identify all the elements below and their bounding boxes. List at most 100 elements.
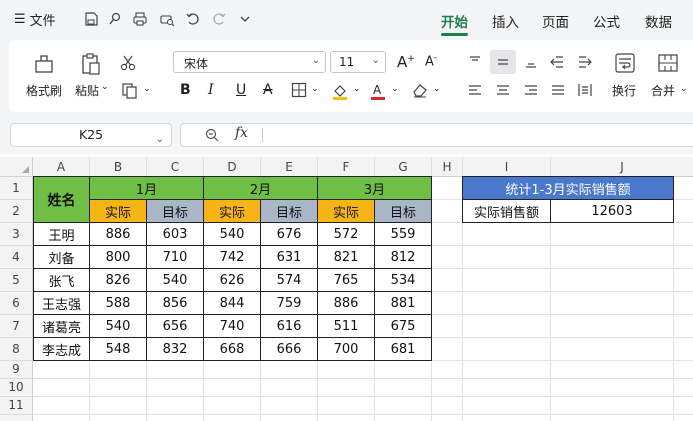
cell-sub-actual[interactable]: 实际 [90, 200, 147, 223]
save-icon[interactable] [82, 10, 100, 28]
align-top-icon[interactable] [466, 53, 484, 71]
column-header-b[interactable]: B [90, 157, 147, 177]
cell-value[interactable]: 844 [204, 292, 261, 315]
cell-value[interactable]: 675 [375, 315, 432, 338]
cell-value[interactable]: 800 [90, 246, 147, 269]
undo-icon[interactable] [184, 10, 202, 28]
cell-sub-target[interactable]: 目标 [375, 200, 432, 223]
column-header-a[interactable]: A [33, 157, 90, 177]
cell-value[interactable]: 759 [261, 292, 318, 315]
cell-value[interactable]: 832 [147, 338, 204, 361]
align-bottom-icon[interactable] [522, 53, 540, 71]
print-icon[interactable] [131, 10, 149, 28]
bold-icon[interactable]: B [180, 82, 191, 98]
merge-chevron-icon[interactable]: ⌄ [680, 84, 688, 94]
font-color-icon[interactable]: A [368, 81, 388, 101]
zoom-search-icon[interactable] [204, 127, 220, 147]
font-family-select[interactable]: 宋体 ⌄ [173, 51, 326, 73]
cell-summary-value[interactable]: 12603 [551, 200, 674, 223]
select-all-corner[interactable] [0, 157, 33, 177]
tab-formula[interactable]: 公式 [593, 11, 620, 31]
cell-value[interactable]: 656 [147, 315, 204, 338]
column-header-c[interactable]: C [147, 157, 204, 177]
column-header-j[interactable]: J [551, 157, 693, 177]
row-header-12[interactable] [0, 415, 33, 421]
cell-sub-actual[interactable]: 实际 [204, 200, 261, 223]
cell-value[interactable]: 676 [261, 223, 318, 246]
tab-data[interactable]: 数据 [645, 11, 672, 31]
cell-name-header[interactable]: 姓名 [34, 177, 90, 223]
cell-value[interactable]: 821 [318, 246, 375, 269]
name-box[interactable]: K25 ⌄ [10, 123, 172, 147]
align-left-icon[interactable] [466, 81, 484, 99]
cell-value[interactable]: 856 [147, 292, 204, 315]
border-icon[interactable] [290, 82, 308, 98]
row-header-7[interactable]: 7 [0, 315, 33, 338]
column-header-h[interactable]: H [432, 157, 463, 177]
justify-icon[interactable] [549, 81, 567, 99]
cell-value[interactable]: 668 [204, 338, 261, 361]
cell-value[interactable]: 572 [318, 223, 375, 246]
cut-icon[interactable] [118, 53, 138, 73]
function-icon[interactable]: fx [235, 125, 248, 141]
cell-name[interactable]: 李志成 [34, 338, 90, 361]
wrap-text-icon[interactable] [612, 50, 638, 76]
cell-value[interactable]: 534 [375, 269, 432, 292]
cell-value[interactable]: 559 [375, 223, 432, 246]
row-header-5[interactable]: 5 [0, 269, 33, 292]
cell-name[interactable]: 张飞 [34, 269, 90, 292]
cell-value[interactable]: 574 [261, 269, 318, 292]
eraser-chevron-icon[interactable]: ⌄ [433, 84, 441, 94]
cell-value[interactable]: 603 [147, 223, 204, 246]
print-preview-icon[interactable] [158, 10, 176, 28]
column-header-f[interactable]: F [318, 157, 375, 177]
row-header-11[interactable]: 11 [0, 397, 33, 415]
cell-value[interactable]: 626 [204, 269, 261, 292]
row-header-2[interactable]: 2 [0, 200, 33, 223]
merge-cells-label[interactable]: 合并 [651, 82, 675, 99]
fill-color-icon[interactable] [330, 81, 350, 101]
wrap-text-label[interactable]: 换行 [612, 82, 636, 99]
font-size-select[interactable]: 11 ⌄ [330, 51, 386, 73]
cell-month-2[interactable]: 2月 [204, 177, 318, 200]
decrease-indent-icon[interactable] [548, 53, 566, 71]
column-header-e[interactable]: E [261, 157, 318, 177]
align-center-icon[interactable] [494, 81, 512, 99]
brush-icon[interactable] [106, 10, 124, 28]
redo-icon[interactable] [210, 10, 228, 28]
cell-value[interactable]: 540 [204, 223, 261, 246]
italic-icon[interactable]: I [208, 82, 214, 98]
cell-month-3[interactable]: 3月 [318, 177, 432, 200]
paste-chevron-icon[interactable]: ⌄ [101, 82, 109, 92]
cell-value[interactable]: 740 [204, 315, 261, 338]
row-header-9[interactable]: 9 [0, 361, 33, 379]
format-painter-icon[interactable] [32, 52, 56, 76]
cell-value[interactable]: 666 [261, 338, 318, 361]
tab-insert[interactable]: 插入 [492, 11, 519, 31]
chevron-down-icon[interactable] [236, 10, 254, 28]
cell-value[interactable]: 886 [318, 292, 375, 315]
cell-value[interactable]: 742 [204, 246, 261, 269]
row-header-10[interactable]: 10 [0, 379, 33, 397]
row-header-8[interactable]: 8 [0, 338, 33, 361]
increase-font-icon[interactable]: A+ [397, 53, 415, 71]
eraser-icon[interactable] [410, 81, 430, 99]
copy-icon[interactable] [120, 81, 142, 101]
cell-summary-label[interactable]: 实际销售额 [463, 200, 551, 223]
cell-value[interactable]: 812 [375, 246, 432, 269]
underline-icon[interactable]: U [236, 82, 246, 98]
cell-value[interactable]: 540 [147, 269, 204, 292]
cell-sub-target[interactable]: 目标 [147, 200, 204, 223]
cell-value[interactable]: 881 [375, 292, 432, 315]
paste-label[interactable]: 粘贴 [75, 82, 99, 99]
cell-name[interactable]: 诸葛亮 [34, 315, 90, 338]
column-header-d[interactable]: D [204, 157, 261, 177]
row-header-3[interactable]: 3 [0, 223, 33, 246]
column-header-g[interactable]: G [375, 157, 432, 177]
row-header-1[interactable]: 1 [0, 177, 33, 200]
fill-color-chevron-icon[interactable]: ⌄ [353, 84, 361, 94]
file-menu-button[interactable]: ☰ 文件 [14, 10, 56, 29]
align-right-icon[interactable] [522, 81, 540, 99]
cell-value[interactable]: 826 [90, 269, 147, 292]
tab-page[interactable]: 页面 [542, 11, 569, 31]
